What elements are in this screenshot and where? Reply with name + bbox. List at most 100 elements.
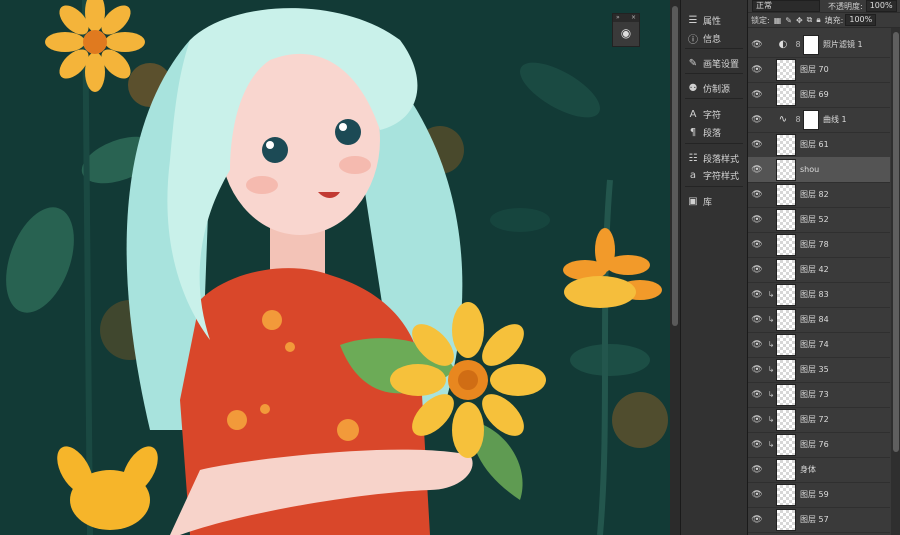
- expand-icon[interactable]: »: [616, 14, 620, 22]
- navigator-icon[interactable]: ◉: [613, 22, 639, 44]
- layer-row[interactable]: 👁︎ shou: [748, 157, 890, 183]
- panel-button-clone-source[interactable]: ⚉ 仿制源: [687, 80, 731, 96]
- document-canvas[interactable]: » × ◉: [0, 0, 670, 535]
- visibility-eye-icon[interactable]: 👁︎: [748, 340, 766, 350]
- layer-row[interactable]: 👁︎ 图层 59: [748, 482, 890, 508]
- layer-thumbnail[interactable]: [776, 308, 796, 331]
- layer-row[interactable]: 👁︎ 图层 57: [748, 507, 890, 533]
- layer-thumbnail[interactable]: [776, 158, 796, 181]
- layer-name[interactable]: 图层 83: [800, 289, 829, 300]
- layer-mask-thumbnail[interactable]: [803, 34, 819, 55]
- panel-button-paragraph[interactable]: ¶ 段落: [687, 124, 721, 140]
- panel-button-brush-settings[interactable]: ✎ 画笔设置: [687, 55, 739, 71]
- panel-button-info[interactable]: ⓘ 信息: [687, 30, 721, 46]
- layer-name[interactable]: 身体: [800, 464, 816, 475]
- visibility-eye-icon[interactable]: 👁︎: [748, 165, 766, 175]
- layer-row[interactable]: 👁︎ 图层 70: [748, 57, 890, 83]
- visibility-eye-icon[interactable]: 👁︎: [748, 365, 766, 375]
- visibility-eye-icon[interactable]: 👁︎: [748, 490, 766, 500]
- layer-name[interactable]: 图层 61: [800, 139, 829, 150]
- layer-name[interactable]: 图层 76: [800, 439, 829, 450]
- visibility-eye-icon[interactable]: 👁︎: [748, 40, 766, 50]
- layer-thumbnail[interactable]: [776, 58, 796, 81]
- panel-button-paragraph-styles[interactable]: ☷ 段落样式: [687, 150, 740, 166]
- layer-thumbnail[interactable]: [776, 133, 796, 156]
- opacity-input[interactable]: 100%: [865, 0, 897, 12]
- layer-name[interactable]: 曲线 1: [823, 114, 847, 125]
- mask-link-icon[interactable]: 8: [793, 115, 803, 124]
- visibility-eye-icon[interactable]: 👁︎: [748, 290, 766, 300]
- panel-button-library[interactable]: ▣ 库: [687, 193, 712, 209]
- layer-name[interactable]: 图层 73: [800, 389, 829, 400]
- visibility-eye-icon[interactable]: 👁︎: [748, 65, 766, 75]
- layer-name[interactable]: 图层 57: [800, 514, 829, 525]
- visibility-eye-icon[interactable]: 👁︎: [748, 315, 766, 325]
- layer-name[interactable]: 图层 78: [800, 239, 829, 250]
- visibility-eye-icon[interactable]: 👁︎: [748, 240, 766, 250]
- layer-row[interactable]: 👁︎ ↳ 图层 76: [748, 432, 890, 458]
- layer-thumbnail[interactable]: [776, 358, 796, 381]
- layer-row[interactable]: 👁︎ ↳ 图层 83: [748, 282, 890, 308]
- layer-thumbnail[interactable]: [776, 208, 796, 231]
- layer-thumbnail[interactable]: [776, 258, 796, 281]
- layer-name[interactable]: 照片滤镜 1: [823, 39, 863, 50]
- layer-name[interactable]: 图层 74: [800, 339, 829, 350]
- visibility-eye-icon[interactable]: 👁︎: [748, 215, 766, 225]
- lock-transparency-icon[interactable]: ▦: [774, 16, 782, 25]
- floating-mini-panel[interactable]: » × ◉: [612, 13, 640, 47]
- fill-input[interactable]: 100%: [845, 14, 877, 26]
- layer-thumbnail[interactable]: [776, 183, 796, 206]
- visibility-eye-icon[interactable]: 👁︎: [748, 140, 766, 150]
- layer-name[interactable]: 图层 82: [800, 189, 829, 200]
- mini-panel-titlebar[interactable]: » ×: [613, 14, 639, 22]
- layer-thumbnail[interactable]: [776, 333, 796, 356]
- layer-row[interactable]: 👁︎ 图层 61: [748, 132, 890, 158]
- layer-row[interactable]: 👁︎ ↳ 图层 35: [748, 357, 890, 383]
- mask-link-icon[interactable]: 8: [793, 40, 803, 49]
- lock-artboard-icon[interactable]: ⧉: [807, 15, 813, 25]
- layer-thumbnail[interactable]: [776, 233, 796, 256]
- visibility-eye-icon[interactable]: 👁︎: [748, 190, 766, 200]
- layer-thumbnail[interactable]: [776, 283, 796, 306]
- canvas-scroll-thumb[interactable]: [672, 6, 678, 326]
- layer-thumbnail[interactable]: [776, 458, 796, 481]
- layer-name[interactable]: shou: [800, 165, 819, 174]
- layer-name[interactable]: 图层 35: [800, 364, 829, 375]
- layer-row[interactable]: 👁︎ 图层 52: [748, 207, 890, 233]
- blend-mode-select[interactable]: 正常: [752, 0, 820, 12]
- layer-row[interactable]: 👁︎ ↳ 图层 74: [748, 332, 890, 358]
- layer-name[interactable]: 图层 52: [800, 214, 829, 225]
- visibility-eye-icon[interactable]: 👁︎: [748, 90, 766, 100]
- layer-row[interactable]: 👁︎ 图层 69: [748, 82, 890, 108]
- lock-position-icon[interactable]: ✥: [796, 16, 803, 25]
- visibility-eye-icon[interactable]: 👁︎: [748, 265, 766, 275]
- layer-row[interactable]: 👁︎ 图层 82: [748, 182, 890, 208]
- layer-name[interactable]: 图层 72: [800, 414, 829, 425]
- layer-name[interactable]: 图层 84: [800, 314, 829, 325]
- panel-button-character[interactable]: A 字符: [687, 106, 721, 122]
- visibility-eye-icon[interactable]: 👁︎: [748, 115, 766, 125]
- panel-button-properties[interactable]: ☰ 属性: [687, 12, 722, 28]
- layer-row[interactable]: 👁︎ 图层 42: [748, 257, 890, 283]
- canvas-scrollbar[interactable]: [670, 0, 680, 535]
- visibility-eye-icon[interactable]: 👁︎: [748, 390, 766, 400]
- layer-name[interactable]: 图层 70: [800, 64, 829, 75]
- lock-all-icon[interactable]: 🔒︎: [816, 15, 820, 25]
- close-icon[interactable]: ×: [631, 14, 636, 22]
- layer-thumbnail[interactable]: [776, 83, 796, 106]
- layers-scroll-thumb[interactable]: [893, 32, 899, 452]
- layer-thumbnail[interactable]: [776, 483, 796, 506]
- layer-row[interactable]: 👁︎ ↳ 图层 84: [748, 307, 890, 333]
- layer-row[interactable]: 👁︎ ∿ 8 曲线 1: [748, 107, 890, 133]
- layer-thumbnail[interactable]: [776, 383, 796, 406]
- layer-row[interactable]: 👁︎ ↳ 图层 73: [748, 382, 890, 408]
- layer-name[interactable]: 图层 42: [800, 264, 829, 275]
- layer-thumbnail[interactable]: [776, 508, 796, 531]
- layers-scrollbar[interactable]: [891, 28, 900, 535]
- layer-thumbnail[interactable]: [776, 433, 796, 456]
- layer-row[interactable]: 👁︎ ↳ 图层 72: [748, 407, 890, 433]
- layer-row[interactable]: 👁︎ 身体: [748, 457, 890, 483]
- visibility-eye-icon[interactable]: 👁︎: [748, 515, 766, 525]
- panel-button-character-styles[interactable]: a 字符样式: [687, 167, 739, 183]
- layer-row[interactable]: 👁︎ 图层 78: [748, 232, 890, 258]
